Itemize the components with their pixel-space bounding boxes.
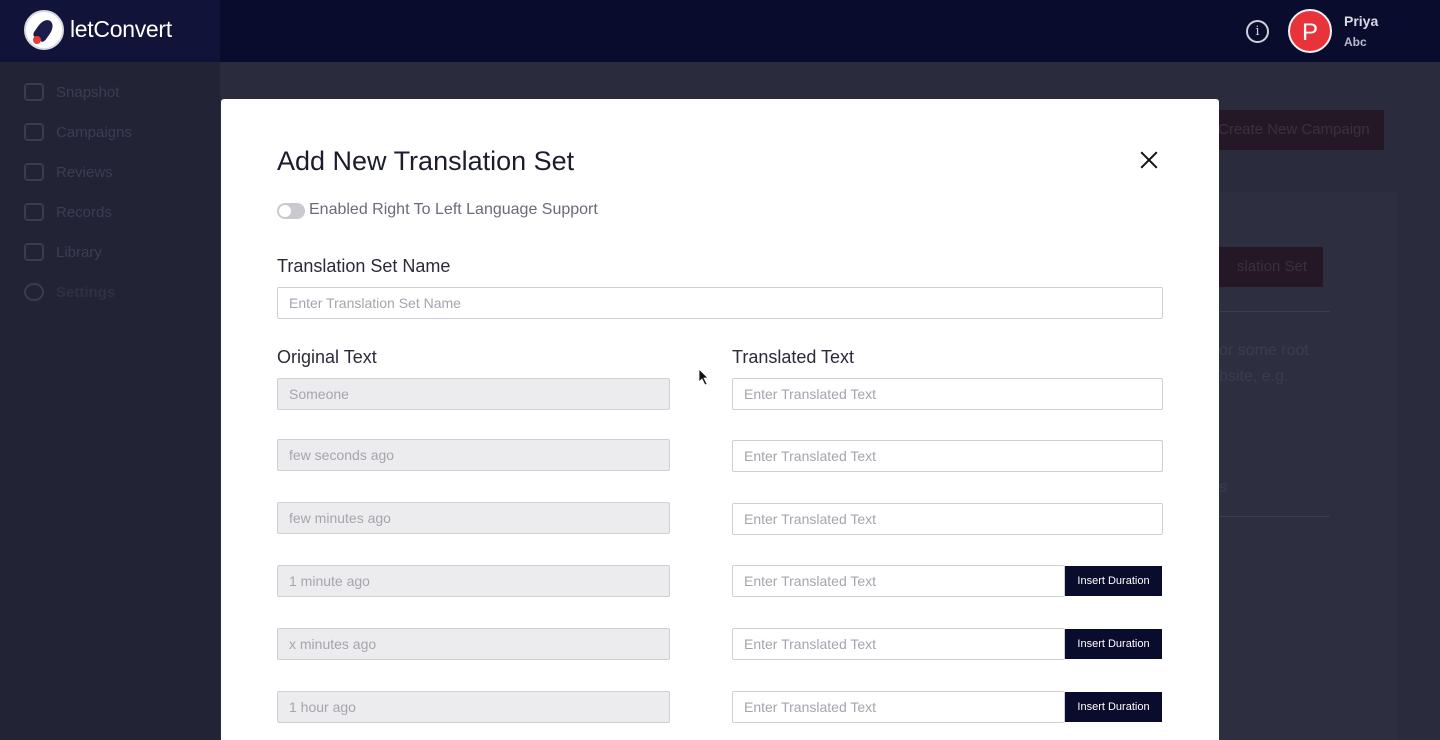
divider [1219,516,1330,517]
divider [1219,311,1330,312]
sidebar-item-reviews[interactable]: Reviews [24,160,113,184]
sidebar-item-settings[interactable]: Settings [24,280,115,304]
toggle-knob [279,205,291,217]
sidebar-item-library[interactable]: Library [24,240,102,264]
top-bar: letConvert i P Priya Abc [0,0,1440,62]
user-org: Abc [1344,35,1367,49]
translated-text-header: Translated Text [732,347,855,367]
rtl-toggle[interactable] [277,203,305,219]
translation-set-name-label: Translation Set Name [277,256,451,276]
sidebar: Snapshot Campaigns Reviews Records Libra… [0,62,220,740]
sidebar-item-snapshot[interactable]: Snapshot [24,80,119,104]
create-campaign-button: Create New Campaign [1204,110,1384,150]
insert-duration-button[interactable]: Insert Duration [1065,566,1162,596]
grid-icon [24,243,44,261]
list-icon [24,203,44,221]
close-icon[interactable] [1139,150,1159,170]
mouse-cursor-icon [699,369,709,386]
translated-text-input[interactable] [732,565,1065,597]
new-translation-set-button: slation Set [1219,247,1323,287]
info-icon[interactable]: i [1246,20,1269,43]
logo-icon [24,10,64,50]
original-text-header: Original Text [277,347,377,367]
user-name[interactable]: Priya [1344,13,1378,29]
sidebar-item-campaigns[interactable]: Campaigns [24,120,132,144]
insert-duration-button[interactable]: Insert Duration [1065,692,1162,722]
gear-icon [24,283,44,301]
original-text-field [277,565,670,597]
avatar[interactable]: P [1288,9,1332,53]
brand[interactable]: letConvert [0,0,220,62]
original-text-field [277,439,670,471]
sidebar-item-records[interactable]: Records [24,200,112,224]
add-translation-set-modal: Add New Translation Set Enabled Right To… [221,99,1219,740]
modal-title: Add New Translation Set [277,146,575,176]
original-text-field [277,628,670,660]
translated-text-input[interactable] [732,440,1163,472]
original-text-field [277,378,670,410]
original-text-field [277,691,670,723]
brand-name: letConvert [70,16,172,42]
snapshot-icon [24,83,44,101]
rocket-icon [24,123,44,141]
background-text: bsite, e.g. [1219,368,1289,385]
translation-set-name-input[interactable] [277,287,1163,319]
translated-text-input[interactable] [732,378,1163,410]
translated-text-input[interactable] [732,628,1065,660]
original-text-field [277,502,670,534]
background-text: or some root [1219,342,1309,359]
rtl-toggle-label: Enabled Right To Left Language Support [309,201,598,218]
translated-text-input[interactable] [732,503,1163,535]
background-text: s [1219,479,1227,496]
translated-text-input[interactable] [732,691,1065,723]
star-icon [24,163,44,181]
insert-duration-button[interactable]: Insert Duration [1065,629,1162,659]
